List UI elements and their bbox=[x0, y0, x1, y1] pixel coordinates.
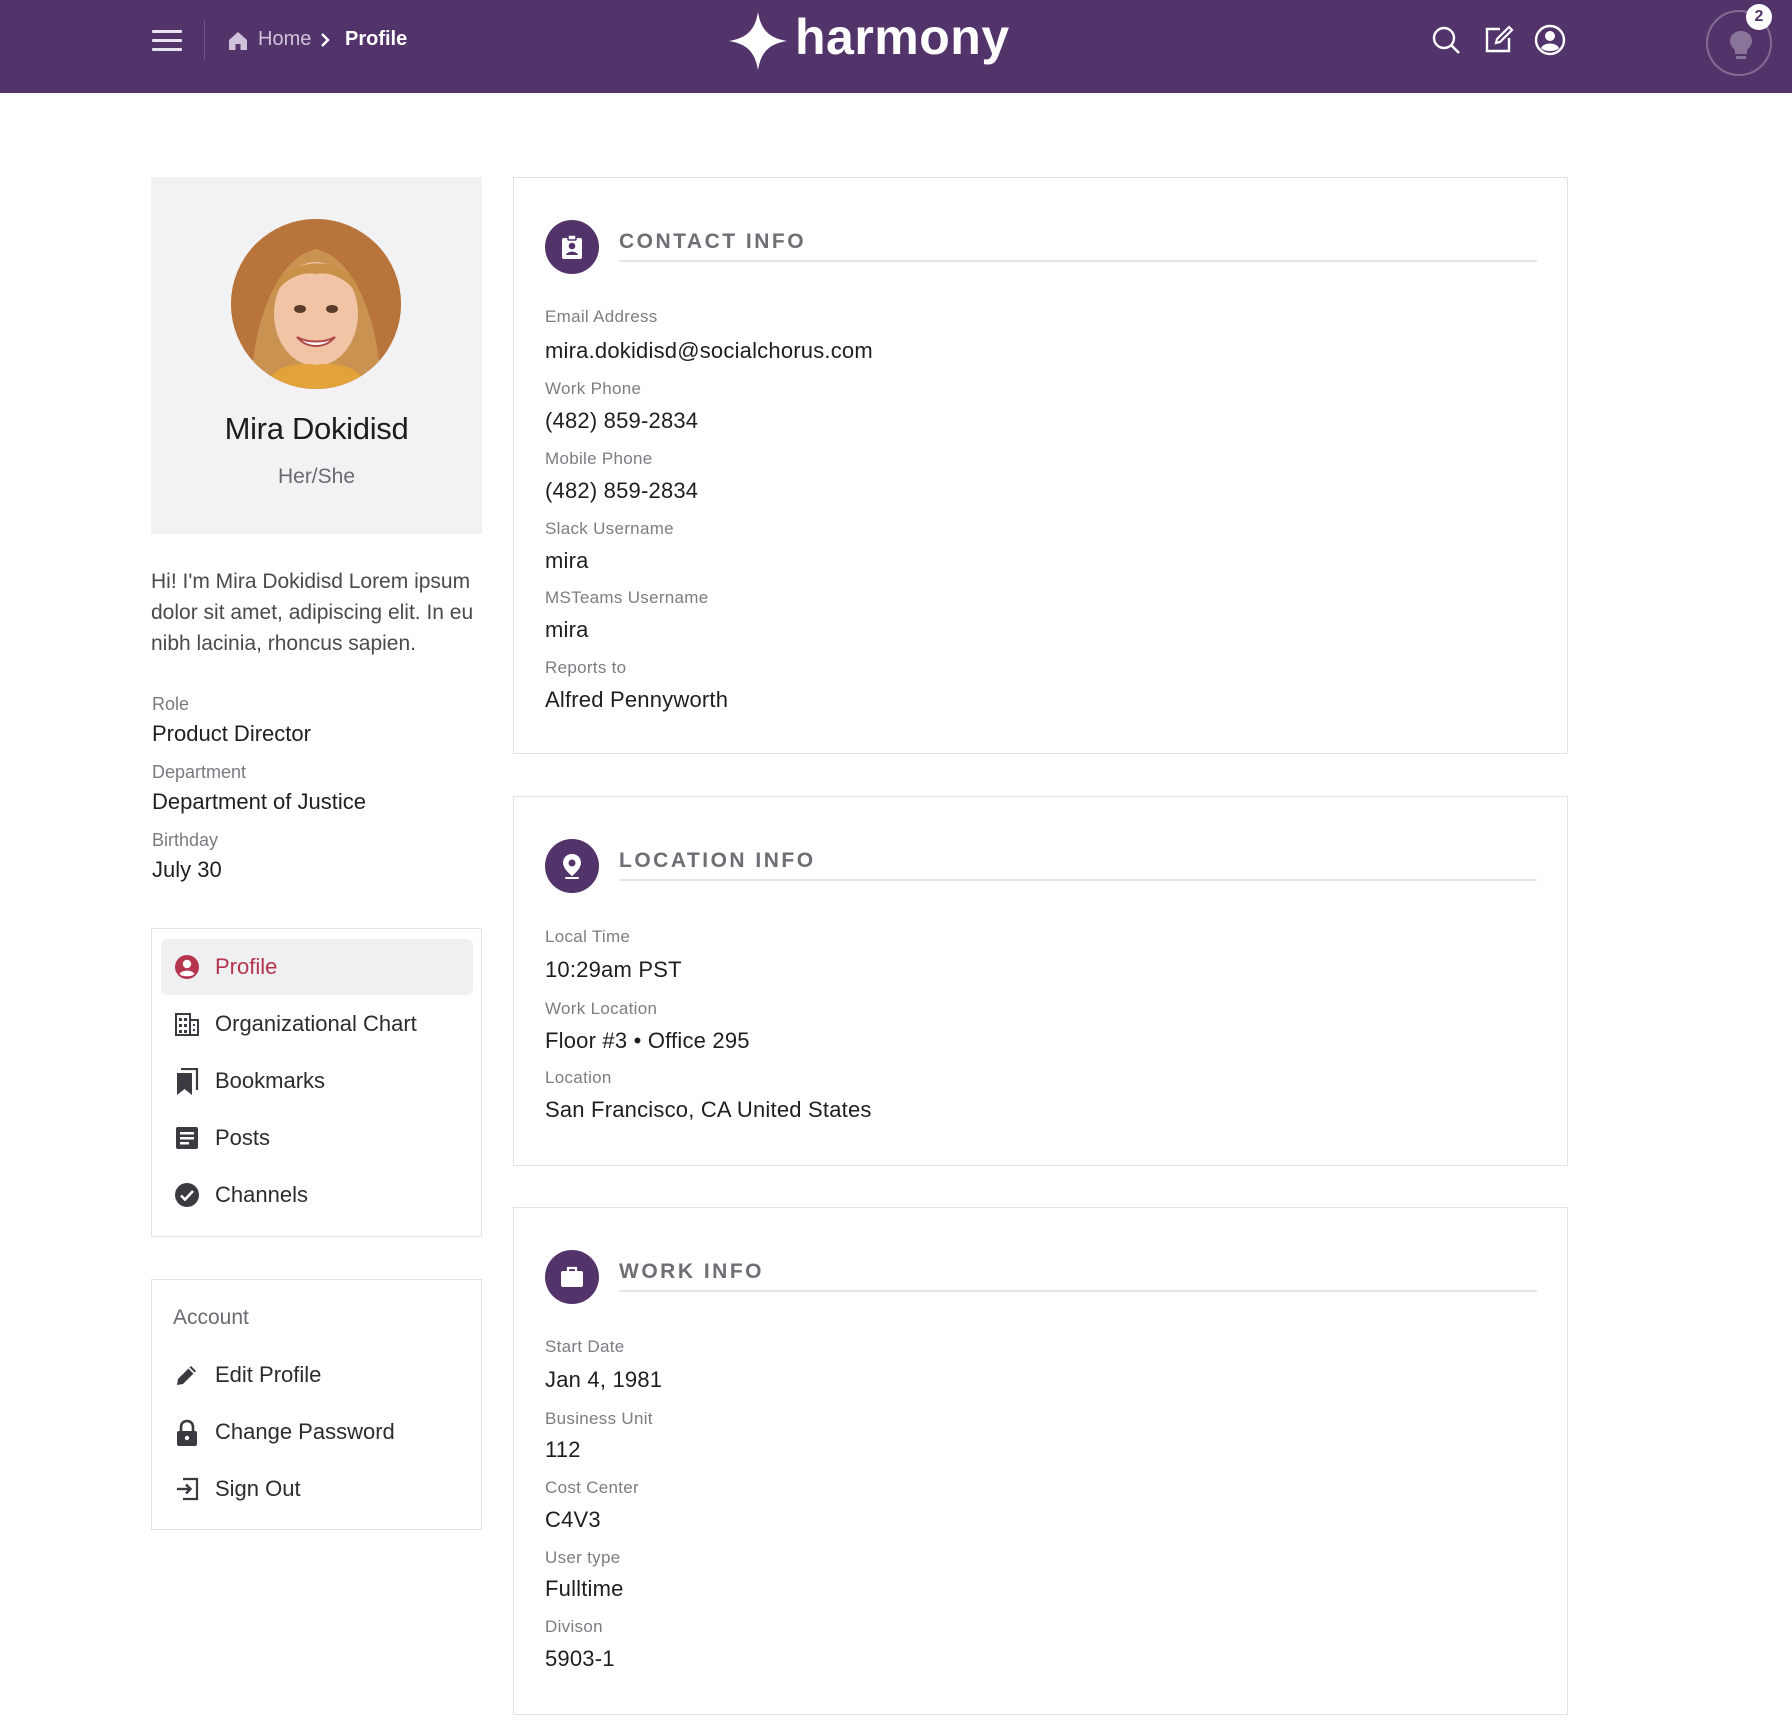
change-password-button[interactable]: Change Password bbox=[161, 1404, 473, 1460]
email-label: Email Address bbox=[545, 307, 658, 326]
msteams-username-value: mira bbox=[545, 617, 589, 642]
edit-profile-button[interactable]: Edit Profile bbox=[161, 1347, 473, 1403]
work-phone-label: Work Phone bbox=[545, 379, 642, 398]
work-info-card: WORK INFO Start Date Jan 4, 1981 Busines… bbox=[513, 1207, 1568, 1715]
local-time-value: 10:29am PST bbox=[545, 957, 682, 982]
id-badge-icon bbox=[562, 234, 582, 259]
reports-to-value[interactable]: Alfred Pennyworth bbox=[545, 687, 728, 713]
work-location-value: Floor #3 • Office 295 bbox=[545, 1028, 750, 1053]
user-circle-icon bbox=[175, 955, 199, 979]
work-section-title: WORK INFO bbox=[619, 1260, 764, 1283]
contact-section-title: CONTACT INFO bbox=[619, 230, 807, 253]
profile-card: Mira Dokidisd Her/She bbox=[151, 177, 482, 534]
nav-label: Posts bbox=[215, 1125, 271, 1150]
compose-icon[interactable] bbox=[1480, 22, 1516, 58]
sign-out-button[interactable]: Sign Out bbox=[161, 1461, 473, 1517]
location-value: San Francisco, CA United States bbox=[545, 1097, 872, 1122]
local-time-label: Local Time bbox=[545, 927, 631, 946]
division-value: 5903-1 bbox=[545, 1646, 615, 1671]
birthday-label: Birthday bbox=[152, 830, 219, 850]
work-section-icon bbox=[545, 1250, 599, 1304]
home-icon[interactable] bbox=[226, 29, 250, 53]
role-value: Product Director bbox=[152, 721, 311, 746]
lock-icon bbox=[177, 1419, 197, 1446]
bookmark-icon bbox=[177, 1068, 199, 1095]
chevron-right-icon bbox=[321, 33, 330, 47]
nav-item-channels[interactable]: Channels bbox=[161, 1167, 473, 1223]
profile-name: Mira Dokidisd bbox=[224, 411, 409, 446]
user-icon[interactable] bbox=[1532, 22, 1568, 58]
user-type-value: Fulltime bbox=[545, 1576, 624, 1601]
business-unit-value: 112 bbox=[545, 1437, 581, 1462]
email-value[interactable]: mira.dokidisd@socialchorus.com bbox=[545, 338, 873, 364]
nav-label: Change Password bbox=[215, 1419, 395, 1444]
nav-label: Organizational Chart bbox=[215, 1011, 417, 1036]
nav-label: Channels bbox=[215, 1182, 308, 1207]
role-label: Role bbox=[152, 694, 190, 714]
department-value: Department of Justice bbox=[152, 789, 366, 814]
account-nav: Account Edit Profile Change Password Sig… bbox=[151, 1279, 482, 1530]
notification-badge: 2 bbox=[1746, 4, 1772, 30]
section-divider bbox=[619, 1290, 1537, 1292]
mobile-phone-label: Mobile Phone bbox=[545, 449, 653, 468]
menu-icon[interactable] bbox=[152, 30, 182, 52]
harmony-logo-icon[interactable] bbox=[727, 10, 789, 72]
location-section-icon bbox=[545, 839, 599, 893]
profile-nav: Profile Organizational Chart Bookmarks P… bbox=[151, 928, 482, 1237]
avatar bbox=[231, 219, 401, 389]
nav-label: Bookmarks bbox=[215, 1068, 326, 1093]
sign-out-icon bbox=[177, 1477, 199, 1501]
logo-text[interactable]: harmony bbox=[795, 8, 1010, 66]
section-divider bbox=[619, 260, 1537, 262]
breadcrumb-current: Profile bbox=[345, 28, 408, 50]
location-info-card: LOCATION INFO Local Time 10:29am PST Wor… bbox=[513, 796, 1568, 1166]
search-icon[interactable] bbox=[1428, 22, 1464, 58]
nav-item-profile[interactable]: Profile bbox=[161, 939, 473, 995]
user-type-label: User type bbox=[545, 1548, 621, 1567]
work-phone-value[interactable]: (482) 859-2834 bbox=[545, 408, 698, 434]
mobile-phone-value[interactable]: (482) 859-2834 bbox=[545, 478, 698, 504]
cost-center-label: Cost Center bbox=[545, 1478, 640, 1497]
divider bbox=[204, 20, 205, 60]
contact-section-icon bbox=[545, 220, 599, 274]
nav-item-posts[interactable]: Posts bbox=[161, 1110, 473, 1166]
pencil-icon bbox=[177, 1366, 196, 1385]
briefcase-icon bbox=[561, 1266, 583, 1287]
division-label: Divison bbox=[545, 1617, 603, 1636]
profile-bio: Hi! I'm Mira Dokidisd Lorem ipsum dolor … bbox=[151, 570, 474, 655]
section-divider bbox=[619, 879, 1537, 881]
msteams-username-label: MSTeams Username bbox=[545, 588, 709, 607]
reports-to-label: Reports to bbox=[545, 658, 627, 677]
nav-label: Edit Profile bbox=[215, 1362, 322, 1387]
lightbulb-icon bbox=[1730, 31, 1752, 59]
location-label: Location bbox=[545, 1068, 612, 1087]
business-unit-label: Business Unit bbox=[545, 1409, 653, 1428]
slack-username-value: mira bbox=[545, 548, 589, 573]
check-circle-icon bbox=[175, 1183, 199, 1207]
top-bar: Home Profile harmony 2 bbox=[0, 0, 1792, 93]
document-icon bbox=[176, 1127, 198, 1149]
work-location-label: Work Location bbox=[545, 999, 658, 1018]
nav-item-bookmarks[interactable]: Bookmarks bbox=[161, 1053, 473, 1109]
nav-label: Profile bbox=[215, 954, 278, 979]
start-date-label: Start Date bbox=[545, 1337, 625, 1356]
birthday-value: July 30 bbox=[152, 857, 222, 882]
building-icon bbox=[175, 1013, 199, 1036]
breadcrumb-home[interactable]: Home bbox=[258, 28, 311, 51]
location-pin-icon bbox=[563, 854, 581, 879]
contact-info-card: CONTACT INFO Email Address mira.dokidisd… bbox=[513, 177, 1568, 754]
location-section-title: LOCATION INFO bbox=[619, 849, 816, 872]
slack-username-label: Slack Username bbox=[545, 519, 674, 538]
cost-center-value: C4V3 bbox=[545, 1507, 601, 1532]
profile-pronouns: Her/She bbox=[277, 465, 356, 488]
nav-item-org-chart[interactable]: Organizational Chart bbox=[161, 996, 473, 1052]
start-date-value: Jan 4, 1981 bbox=[545, 1367, 663, 1392]
account-title: Account bbox=[173, 1306, 249, 1329]
nav-label: Sign Out bbox=[215, 1476, 301, 1501]
department-label: Department bbox=[152, 762, 247, 782]
